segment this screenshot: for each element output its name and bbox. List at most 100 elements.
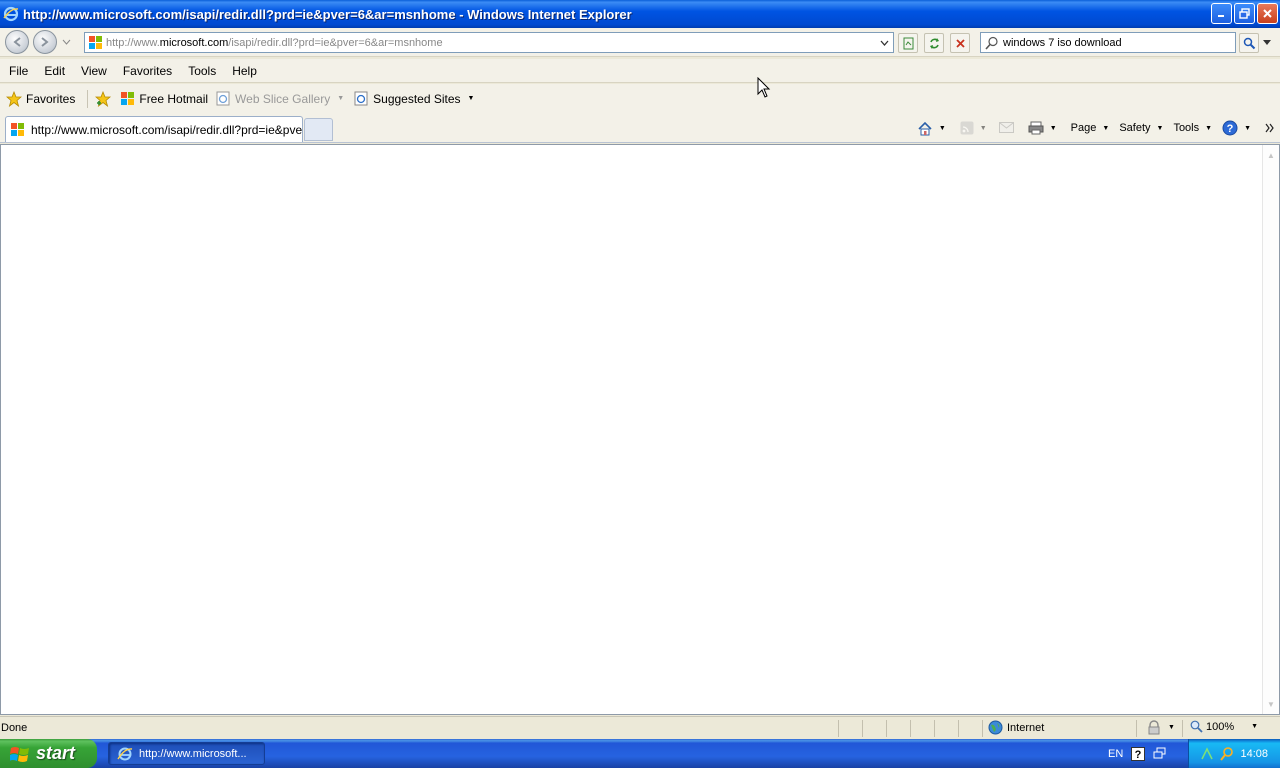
home-button[interactable]: ▼	[917, 121, 946, 136]
search-button[interactable]	[1239, 33, 1259, 53]
windows-flag-icon	[10, 746, 29, 762]
menu-edit[interactable]: Edit	[44, 64, 65, 78]
tools-menu-button[interactable]: Tools ▼	[1173, 122, 1212, 134]
command-bar: ▼ ▼ ▼ Page ▼ Safety ▼ Tools ▼ ? ▼	[917, 118, 1274, 138]
search-box[interactable]: windows 7 iso download	[980, 32, 1236, 53]
address-dropdown-button[interactable]	[877, 34, 892, 51]
zoom-level: 100%	[1206, 720, 1235, 733]
close-button[interactable]	[1257, 3, 1278, 24]
menu-favorites[interactable]: Favorites	[123, 64, 172, 78]
restore-button[interactable]	[1234, 3, 1255, 24]
read-mail-button[interactable]	[998, 122, 1014, 134]
search-provider-icon	[985, 36, 998, 50]
forward-arrow-icon	[41, 37, 49, 47]
menu-bar: File Edit View Favorites Tools Help	[0, 59, 1280, 83]
printer-icon	[1028, 121, 1044, 135]
windows-logo-icon	[11, 123, 24, 136]
zoom-control[interactable]: 100% ▼	[1190, 720, 1258, 733]
security-zone-label: Internet	[1007, 721, 1045, 734]
stop-button[interactable]	[950, 33, 970, 53]
start-label: start	[36, 743, 76, 763]
print-button[interactable]: ▼	[1028, 121, 1057, 135]
ie-icon	[117, 747, 133, 760]
recent-pages-dropdown-icon[interactable]	[62, 39, 71, 45]
title-bar[interactable]: http://www.microsoft.com/isapi/redir.dll…	[0, 0, 1280, 28]
search-options-dropdown-icon[interactable]	[1263, 40, 1271, 45]
status-bar: Done Internet ▼ 100% ▼	[0, 716, 1280, 739]
menu-help[interactable]: Help	[232, 64, 257, 78]
favorites-bar: Favorites Free Hotmail Web Slice Gallery…	[0, 84, 1280, 113]
help-icon: ?	[1222, 120, 1238, 136]
language-bar-restore-icon[interactable]	[1153, 747, 1167, 761]
scroll-down-icon[interactable]: ▼	[1263, 696, 1279, 712]
favorite-suggested-sites-label: Suggested Sites	[373, 91, 461, 106]
toolbar-overflow-button[interactable]	[1265, 123, 1274, 133]
window-title: http://www.microsoft.com/isapi/redir.dll…	[23, 6, 632, 22]
help-menu-button[interactable]: ? ▼	[1222, 120, 1251, 136]
chevron-down-icon: ▼	[1049, 124, 1057, 132]
search-input[interactable]: windows 7 iso download	[1003, 37, 1122, 49]
clock[interactable]: 14:08	[1240, 748, 1268, 760]
mail-icon	[998, 122, 1014, 133]
favorites-star-icon	[6, 90, 22, 107]
language-help-icon[interactable]: ?	[1131, 746, 1146, 761]
language-indicator[interactable]: EN	[1108, 748, 1123, 760]
close-icon	[1263, 9, 1272, 18]
chevron-down-icon: ▼	[337, 95, 345, 102]
chevron-down-icon: ▼	[938, 124, 946, 132]
page-menu-button[interactable]: Page ▼	[1071, 122, 1110, 134]
forward-button[interactable]	[33, 30, 57, 54]
svg-text:?: ?	[1135, 749, 1142, 761]
chevron-down-icon: ▼	[1244, 124, 1251, 132]
svg-text:?: ?	[1227, 123, 1234, 135]
start-button[interactable]: start	[0, 739, 97, 768]
compatibility-view-button[interactable]	[898, 33, 918, 53]
home-icon	[918, 121, 932, 135]
windows-logo-icon	[121, 92, 135, 105]
safety-menu-button[interactable]: Safety ▼	[1119, 122, 1163, 134]
vertical-scrollbar[interactable]: ▲ ▼	[1262, 145, 1279, 714]
favorites-button[interactable]: Favorites	[6, 90, 76, 107]
refresh-button[interactable]	[924, 33, 944, 53]
menu-view[interactable]: View	[81, 64, 107, 78]
protected-mode-button[interactable]: ▼	[1146, 720, 1175, 735]
chevron-down-icon: ▼	[1102, 124, 1110, 132]
chevron-down-icon: ▼	[979, 124, 987, 132]
favorite-suggested-sites[interactable]: Suggested Sites ▼	[354, 91, 474, 106]
security-zone[interactable]: Internet	[988, 720, 1044, 735]
double-chevron-right-icon	[1265, 123, 1274, 133]
compatibility-view-icon	[903, 37, 913, 49]
tab-active[interactable]: http://www.microsoft.com/isapi/redir.dll…	[5, 116, 303, 142]
lock-icon	[1148, 720, 1160, 735]
ie-page-icon	[216, 91, 230, 106]
tools-menu-label: Tools	[1173, 122, 1200, 134]
new-tab-button[interactable]	[304, 118, 333, 141]
favorite-web-slice-gallery[interactable]: Web Slice Gallery ▼	[216, 91, 344, 106]
address-bar[interactable]: http://www.microsoft.com/isapi/redir.dll…	[84, 32, 894, 53]
web-content-area[interactable]: ▲ ▼	[0, 144, 1280, 715]
chevron-down-icon: ▼	[1251, 723, 1259, 730]
favorites-label: Favorites	[26, 91, 76, 106]
back-button[interactable]	[5, 30, 29, 54]
refresh-icon	[929, 37, 939, 49]
restore-icon	[1239, 8, 1250, 19]
add-to-favorites-bar-button[interactable]	[95, 90, 112, 107]
favorite-free-hotmail[interactable]: Free Hotmail	[120, 91, 208, 106]
network-tray-icon[interactable]	[1199, 746, 1215, 762]
scroll-up-icon[interactable]: ▲	[1263, 147, 1279, 163]
navigation-bar: http://www.microsoft.com/isapi/redir.dll…	[0, 28, 1280, 57]
menu-file[interactable]: File	[9, 64, 28, 78]
ie-page-icon	[354, 91, 368, 106]
favorite-web-slice-gallery-label: Web Slice Gallery	[235, 91, 331, 106]
back-arrow-icon	[13, 37, 21, 47]
taskbar-ie-window[interactable]: http://www.microsoft...	[108, 742, 265, 765]
feeds-button[interactable]: ▼	[960, 121, 987, 135]
minimize-button[interactable]	[1211, 3, 1232, 24]
ie-icon	[3, 6, 19, 22]
add-favorite-star-icon	[95, 90, 112, 107]
menu-tools[interactable]: Tools	[188, 64, 216, 78]
chevron-down-icon: ▼	[1156, 124, 1164, 132]
safety-menu-label: Safety	[1119, 122, 1151, 134]
taskbar: start http://www.microsoft... EN ? 14:08	[0, 739, 1280, 768]
search-tray-icon[interactable]	[1219, 746, 1235, 762]
